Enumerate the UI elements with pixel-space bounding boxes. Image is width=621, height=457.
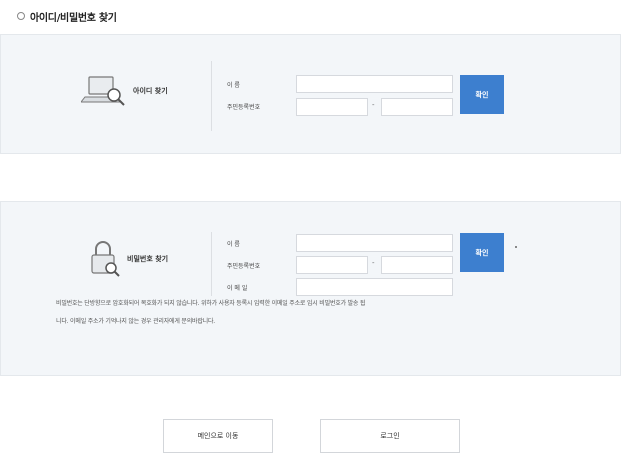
email-input[interactable] (296, 278, 453, 296)
divider (211, 232, 212, 296)
ssn-separator: - (372, 259, 375, 267)
circle-bullet-icon (17, 12, 25, 20)
ssn-front-input[interactable] (296, 98, 368, 116)
find-password-label: 비밀번호 찾기 (127, 255, 169, 263)
divider (211, 61, 212, 131)
ssn-front-input[interactable] (296, 256, 368, 274)
ssn-label: 주민등록번호 (227, 263, 261, 270)
password-notice-line1: 비밀번호는 단방향으로 암호화되어 복호화가 되지 않습니다. 위하가 사용자 … (56, 300, 366, 307)
ssn-separator: - (372, 101, 375, 109)
name-input[interactable] (296, 75, 453, 93)
page-title: 아이디/비밀번호 찾기 (17, 7, 117, 25)
name-label: 이 름 (227, 241, 240, 248)
find-password-panel: 비밀번호 찾기 이 름 주민등록번호 - 이 메 일 확인 비밀번호는 단방향으… (0, 201, 621, 376)
padlock-magnifier-icon (91, 241, 120, 277)
ssn-label: 주민등록번호 (227, 104, 261, 111)
password-notice-line2: 니다. 이메일 주소가 기억나지 않는 경우 관리자에게 문의바랍니다. (56, 318, 216, 325)
name-input[interactable] (296, 234, 453, 252)
ssn-back-input[interactable] (381, 256, 453, 274)
laptop-magnifier-icon (81, 76, 125, 106)
ssn-back-input[interactable] (381, 98, 453, 116)
find-id-heading: 아이디 찾기 (81, 73, 168, 109)
page-title-text: 아이디/비밀번호 찾기 (30, 12, 117, 24)
find-id-label: 아이디 찾기 (133, 87, 168, 95)
find-id-panel: 아이디 찾기 이 름 주민등록번호 - 확인 (0, 34, 621, 154)
dot-marker (515, 246, 517, 248)
email-label: 이 메 일 (227, 285, 248, 292)
login-button[interactable]: 로그인 (320, 419, 460, 453)
find-id-confirm-button[interactable]: 확인 (460, 75, 504, 114)
find-password-confirm-button[interactable]: 확인 (460, 233, 504, 272)
go-main-button[interactable]: 메인으로 이동 (163, 419, 273, 453)
find-password-heading: 비밀번호 찾기 (89, 240, 168, 278)
name-label: 이 름 (227, 82, 240, 89)
